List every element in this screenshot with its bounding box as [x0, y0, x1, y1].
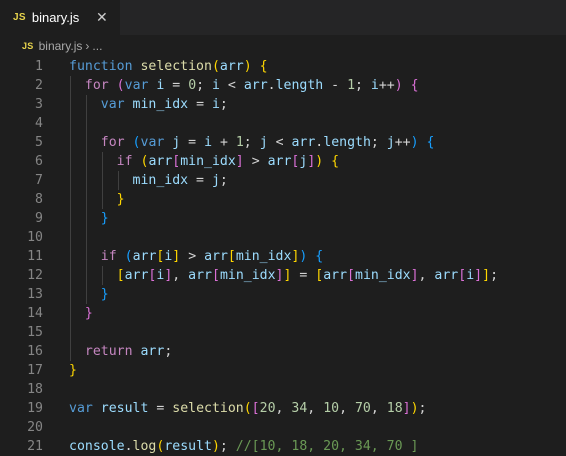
code-line: 10	[0, 228, 566, 247]
line-number: 16	[27, 344, 43, 359]
chevron-right-icon: ›	[85, 39, 90, 53]
code-line: 4	[0, 114, 566, 133]
code-text: }	[116, 192, 125, 207]
tab-label: binary.js	[31, 10, 80, 25]
code-line: 20	[0, 418, 566, 437]
code-text: }	[69, 363, 77, 378]
code-text: function selection(arr) {	[69, 59, 268, 74]
code-line: 12 [arr[i], arr[min_idx]] = [arr[min_idx…	[0, 266, 566, 285]
code-line: 6 if (arr[min_idx] > arr[j]) {	[0, 152, 566, 171]
code-text: }	[100, 287, 109, 302]
javascript-file-icon: JS	[13, 12, 26, 23]
line-number: 14	[27, 306, 43, 321]
line-number: 12	[27, 268, 43, 283]
line-number: 7	[35, 173, 43, 188]
code-editor[interactable]: 1 function selection(arr) { 2 for (var i =…	[0, 57, 566, 456]
line-number: 8	[35, 192, 43, 207]
line-number: 2	[35, 78, 43, 93]
line-number: 15	[27, 325, 43, 340]
code-line: 21 console.log(result); //[10, 18, 20, 34…	[0, 437, 566, 456]
breadcrumb-file[interactable]: binary.js	[39, 39, 83, 53]
code-text: }	[84, 306, 93, 321]
code-text: return arr;	[84, 344, 173, 359]
line-number: 6	[35, 154, 43, 169]
code-text: var result = selection([20, 34, 10, 70, …	[69, 401, 427, 416]
breadcrumb-symbol[interactable]: ...	[92, 39, 102, 53]
line-number: 19	[27, 401, 43, 416]
line-number: 20	[27, 420, 43, 435]
code-text: if (arr[i] > arr[min_idx]) {	[100, 249, 324, 264]
breadcrumb: JS binary.js › ...	[0, 35, 566, 57]
line-number: 13	[27, 287, 43, 302]
line-number: 1	[35, 59, 43, 74]
code-line: 18	[0, 380, 566, 399]
code-line: 2 for (var i = 0; i < arr.length - 1; i+…	[0, 76, 566, 95]
tab-binary-js[interactable]: JS binary.js ✕	[0, 0, 120, 35]
code-text: if (arr[min_idx] > arr[j]) {	[116, 154, 340, 169]
line-number: 4	[35, 116, 43, 131]
code-line: 7 min_idx = j;	[0, 171, 566, 190]
code-line: 9 }	[0, 209, 566, 228]
code-text: for (var i = 0; i < arr.length - 1; i++)…	[84, 78, 419, 93]
code-line: 3 var min_idx = i;	[0, 95, 566, 114]
code-text: console.log(result); //[10, 18, 20, 34, …	[69, 439, 419, 454]
line-number: 18	[27, 382, 43, 397]
close-icon[interactable]: ✕	[96, 9, 108, 25]
code-line: 5 for (var j = i + 1; j < arr.length; j+…	[0, 133, 566, 152]
line-number: 11	[27, 249, 43, 264]
code-text: }	[100, 211, 109, 226]
line-number: 17	[27, 363, 43, 378]
code-line: 1 function selection(arr) {	[0, 57, 566, 76]
code-text: min_idx = j;	[132, 173, 228, 188]
code-line: 19 var result = selection([20, 34, 10, 70…	[0, 399, 566, 418]
code-line: 17}	[0, 361, 566, 380]
code-line: 8 }	[0, 190, 566, 209]
code-text: var min_idx = i;	[100, 97, 228, 112]
line-number: 9	[35, 211, 43, 226]
code-text: [arr[i], arr[min_idx]] = [arr[min_idx], …	[116, 268, 499, 283]
code-line: 11 if (arr[i] > arr[min_idx]) {	[0, 247, 566, 266]
code-line: 14 }	[0, 304, 566, 323]
line-number: 21	[27, 439, 43, 454]
code-line: 13 }	[0, 285, 566, 304]
javascript-file-icon: JS	[22, 41, 34, 51]
line-number: 3	[35, 97, 43, 112]
tab-bar: JS binary.js ✕	[0, 0, 566, 35]
code-line: 16 return arr;	[0, 342, 566, 361]
line-number: 10	[27, 230, 43, 245]
code-text: for (var j = i + 1; j < arr.length; j++)…	[100, 135, 435, 150]
line-number: 5	[35, 135, 43, 150]
code-line: 15	[0, 323, 566, 342]
